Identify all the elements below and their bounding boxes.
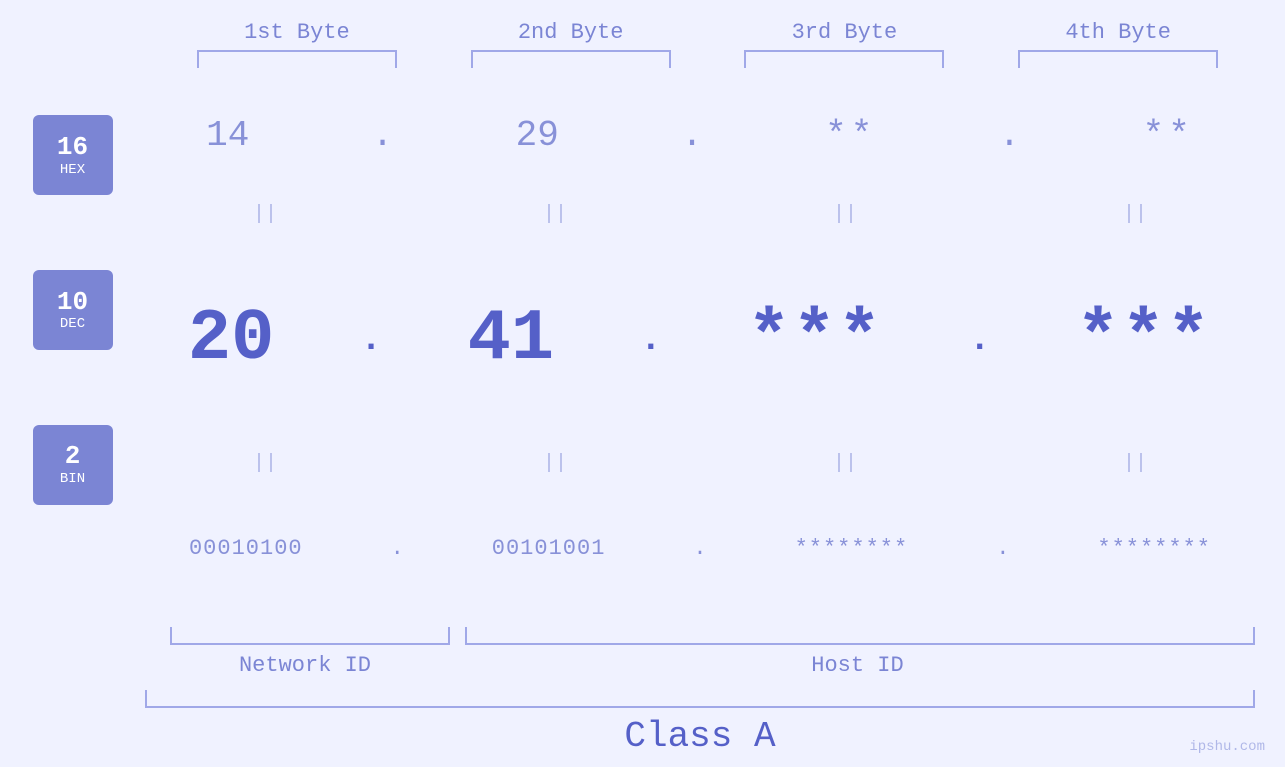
bin-badge-num: 2: [65, 442, 81, 471]
hex-b3: **: [825, 115, 876, 156]
dec-dot1: .: [360, 319, 382, 360]
eq-row-1: || || || ||: [145, 203, 1255, 227]
byte4-header: 4th Byte: [1008, 20, 1228, 45]
eq2-b4: ||: [1025, 452, 1245, 475]
dec-b1: 20: [188, 303, 274, 375]
eq1-b4: ||: [1025, 203, 1245, 226]
hex-b2: 29: [516, 115, 559, 156]
hex-dot2: .: [681, 115, 703, 156]
bin-b4: ********: [1097, 536, 1211, 561]
hex-row: 14 . 29 . ** . **: [145, 68, 1255, 203]
class-section: Class A: [0, 690, 1285, 757]
bin-badge: 2 BIN: [33, 425, 113, 505]
bin-dot2: .: [693, 536, 706, 561]
badges-column: 16 HEX 10 DEC 2 BIN: [0, 68, 145, 622]
bottom-section: Network ID Host ID: [0, 627, 1285, 678]
bracket-host: [465, 627, 1255, 645]
dec-b2: 41: [468, 303, 554, 375]
byte-headers: 1st Byte 2nd Byte 3rd Byte 4th Byte: [0, 20, 1285, 45]
content-area: 16 HEX 10 DEC 2 BIN 14 . 29 . ** . **: [0, 68, 1285, 622]
byte3-header: 3rd Byte: [734, 20, 954, 45]
hex-dot3: .: [999, 115, 1021, 156]
dec-badge-num: 10: [57, 288, 88, 317]
bin-badge-label: BIN: [60, 471, 85, 487]
eq1-b3: ||: [735, 203, 955, 226]
bracket-top-3: [744, 50, 944, 68]
class-bracket: [145, 690, 1255, 708]
byte1-header: 1st Byte: [187, 20, 407, 45]
hex-badge-label: HEX: [60, 162, 85, 178]
bin-dot3: .: [996, 536, 1009, 561]
bin-b3: ********: [795, 536, 909, 561]
host-id-label: Host ID: [460, 653, 1255, 678]
hex-b4: **: [1143, 115, 1194, 156]
dec-b4: ***: [1076, 303, 1212, 375]
hex-dot1: .: [372, 115, 394, 156]
bytes-grid: 14 . 29 . ** . ** || || || || 20: [145, 68, 1285, 622]
network-id-label: Network ID: [165, 653, 445, 678]
byte2-header: 2nd Byte: [461, 20, 681, 45]
watermark: ipshu.com: [1189, 739, 1265, 755]
dec-dot3: .: [969, 319, 991, 360]
eq2-b3: ||: [735, 452, 955, 475]
eq2-b1: ||: [155, 452, 375, 475]
bracket-top-4: [1018, 50, 1218, 68]
labels-row: Network ID Host ID: [145, 653, 1255, 678]
hex-badge: 16 HEX: [33, 115, 113, 195]
dec-badge-label: DEC: [60, 316, 85, 332]
eq-row-2: || || || ||: [145, 452, 1255, 476]
class-label: Class A: [145, 716, 1255, 757]
dec-b3: ***: [747, 303, 883, 375]
bin-dot1: .: [391, 536, 404, 561]
eq1-b1: ||: [155, 203, 375, 226]
bracket-network: [170, 627, 450, 645]
dec-dot2: .: [640, 319, 662, 360]
bin-b2: 00101001: [492, 536, 606, 561]
eq2-b2: ||: [445, 452, 665, 475]
hex-badge-num: 16: [57, 133, 88, 162]
hex-b1: 14: [206, 115, 249, 156]
bin-row: 00010100 . 00101001 . ******** . *******…: [145, 476, 1255, 622]
bracket-top-2: [471, 50, 671, 68]
dec-row: 20 . 41 . *** . ***: [145, 227, 1255, 452]
bracket-top-1: [197, 50, 397, 68]
top-brackets: [0, 50, 1285, 68]
eq1-b2: ||: [445, 203, 665, 226]
bottom-brackets: [145, 627, 1255, 645]
bin-b1: 00010100: [189, 536, 303, 561]
dec-badge: 10 DEC: [33, 270, 113, 350]
main-container: 1st Byte 2nd Byte 3rd Byte 4th Byte 16 H…: [0, 0, 1285, 767]
